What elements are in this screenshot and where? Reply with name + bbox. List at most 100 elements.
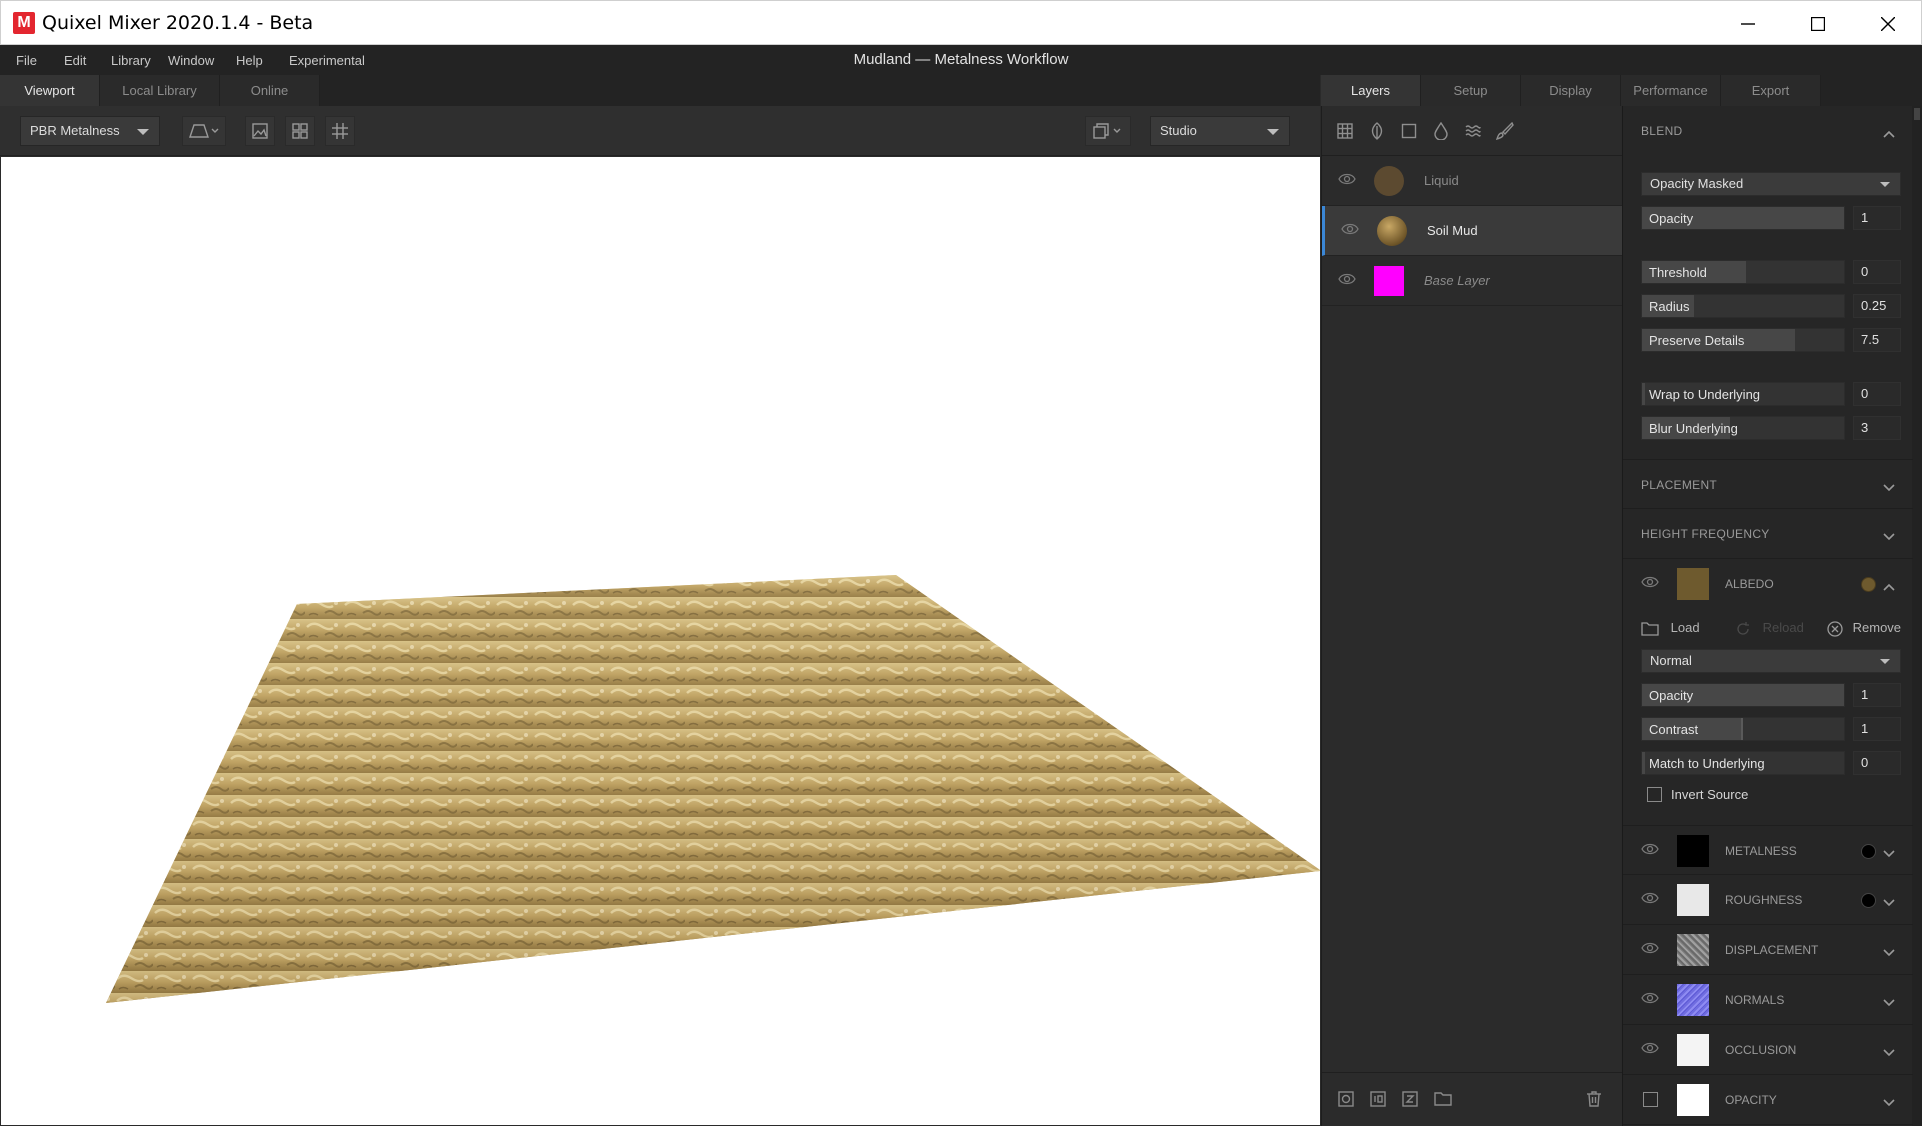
- quixel-logo: M: [13, 12, 35, 34]
- eye-icon[interactable]: [1641, 575, 1659, 592]
- tab-layers[interactable]: Layers: [1321, 75, 1421, 106]
- menu-edit[interactable]: Edit: [64, 53, 86, 68]
- roughness-color-dot[interactable]: [1861, 893, 1876, 908]
- match-to-underlying-input[interactable]: 0: [1853, 751, 1901, 775]
- menu-experimental[interactable]: Experimental: [289, 53, 365, 68]
- single-view-button[interactable]: [245, 116, 275, 146]
- occlusion-swatch[interactable]: [1677, 1034, 1709, 1066]
- tab-online[interactable]: Online: [220, 75, 320, 106]
- radius-input[interactable]: 0.25: [1853, 294, 1901, 318]
- displacement-swatch[interactable]: [1677, 934, 1709, 966]
- menu-file[interactable]: File: [16, 53, 37, 68]
- eye-icon[interactable]: [1641, 842, 1659, 859]
- add-decal-layer-button[interactable]: [1366, 120, 1388, 142]
- occlusion-channel-row[interactable]: OCCLUSION: [1623, 1025, 1913, 1075]
- placement-section-header[interactable]: PLACEMENT: [1623, 459, 1913, 509]
- properties-scrollbar[interactable]: [1912, 106, 1922, 1126]
- add-height-layer-button[interactable]: [1462, 120, 1484, 142]
- environment-dropdown[interactable]: Studio: [1150, 116, 1290, 146]
- radius-slider[interactable]: Radius: [1641, 294, 1845, 318]
- metalness-channel-row[interactable]: METALNESS: [1623, 825, 1913, 875]
- eye-icon[interactable]: [1641, 891, 1659, 908]
- close-button[interactable]: [1853, 1, 1922, 46]
- roughness-swatch[interactable]: [1677, 884, 1709, 916]
- eye-icon[interactable]: [1641, 1041, 1659, 1058]
- threshold-input[interactable]: 0: [1853, 260, 1901, 284]
- tab-setup[interactable]: Setup: [1421, 75, 1521, 106]
- layer-row[interactable]: Liquid: [1322, 156, 1622, 206]
- threshold-slider[interactable]: Threshold: [1641, 260, 1845, 284]
- blend-section-header[interactable]: BLEND: [1623, 106, 1913, 156]
- tab-display[interactable]: Display: [1521, 75, 1621, 106]
- add-group-button[interactable]: [1434, 1091, 1452, 1110]
- tab-export[interactable]: Export: [1721, 75, 1821, 106]
- minimize-button[interactable]: [1713, 1, 1783, 46]
- normals-swatch[interactable]: [1677, 984, 1709, 1016]
- add-mask-button[interactable]: [1338, 1091, 1354, 1110]
- roughness-channel-row[interactable]: ROUGHNESS: [1623, 875, 1913, 925]
- opacity-channel-checkbox[interactable]: [1643, 1092, 1658, 1107]
- normals-channel-row[interactable]: NORMALS: [1623, 975, 1913, 1025]
- add-surface-layer-button[interactable]: [1334, 120, 1356, 142]
- slider-label: Opacity: [1649, 211, 1694, 226]
- albedo-opacity-input[interactable]: 1: [1853, 683, 1901, 707]
- layer-row[interactable]: Base Layer: [1322, 256, 1622, 306]
- maximize-button[interactable]: [1783, 1, 1853, 46]
- wrap-to-underlying-input[interactable]: 0: [1853, 382, 1901, 406]
- layer-thumbnail: [1374, 266, 1404, 296]
- displacement-channel-row[interactable]: DISPLACEMENT: [1623, 925, 1913, 975]
- layer-thumbnail: [1374, 166, 1404, 196]
- contrast-input[interactable]: 1: [1853, 717, 1901, 741]
- albedo-color-dot[interactable]: [1861, 577, 1876, 592]
- blend-opacity-slider[interactable]: Opacity: [1641, 206, 1845, 230]
- shading-mode-dropdown[interactable]: PBR Metalness: [20, 116, 160, 146]
- albedo-swatch[interactable]: [1677, 568, 1709, 600]
- eye-icon[interactable]: [1641, 991, 1659, 1008]
- eye-icon[interactable]: [1338, 272, 1356, 289]
- add-id-mask-button[interactable]: [1370, 1091, 1386, 1110]
- menu-library[interactable]: Library: [111, 53, 151, 68]
- opacity-channel-row[interactable]: OPACITY: [1623, 1075, 1913, 1125]
- channel-label: OCCLUSION: [1725, 1043, 1797, 1057]
- add-smart-material-button[interactable]: [1402, 1091, 1418, 1110]
- contrast-slider[interactable]: Contrast: [1641, 717, 1845, 741]
- blur-underlying-input[interactable]: 3: [1853, 416, 1901, 440]
- mesh-select-button[interactable]: [1085, 116, 1131, 146]
- grid-toggle-button[interactable]: [325, 116, 355, 146]
- tab-viewport[interactable]: Viewport: [0, 75, 100, 106]
- match-to-underlying-slider[interactable]: Match to Underlying: [1641, 751, 1845, 775]
- opacity-swatch[interactable]: [1677, 1084, 1709, 1116]
- albedo-blend-mode-dropdown[interactable]: Normal: [1641, 649, 1901, 673]
- split-view-button[interactable]: [285, 116, 315, 146]
- metalness-swatch[interactable]: [1677, 835, 1709, 867]
- preserve-details-slider[interactable]: Preserve Details: [1641, 328, 1845, 352]
- menu-window[interactable]: Window: [168, 53, 214, 68]
- layer-row-selected[interactable]: Soil Mud: [1322, 206, 1622, 256]
- blur-underlying-slider[interactable]: Blur Underlying: [1641, 416, 1845, 440]
- blend-mode-dropdown[interactable]: Opacity Masked: [1641, 172, 1901, 196]
- eye-icon[interactable]: [1641, 941, 1659, 958]
- eye-icon[interactable]: [1341, 222, 1359, 239]
- metalness-color-dot[interactable]: [1861, 844, 1876, 859]
- height-frequency-section-header[interactable]: HEIGHT FREQUENCY: [1623, 509, 1913, 559]
- tab-local-library[interactable]: Local Library: [100, 75, 220, 106]
- blend-opacity-input[interactable]: 1: [1853, 206, 1901, 230]
- invert-source-label: Invert Source: [1671, 787, 1749, 802]
- add-paint-layer-button[interactable]: [1494, 120, 1516, 142]
- invert-source-checkbox[interactable]: [1647, 787, 1662, 802]
- channel-label: NORMALS: [1725, 993, 1785, 1007]
- load-button[interactable]: Load: [1641, 620, 1700, 636]
- add-solid-layer-button[interactable]: [1398, 120, 1420, 142]
- tab-performance[interactable]: Performance: [1621, 75, 1721, 106]
- preserve-details-input[interactable]: 7.5: [1853, 328, 1901, 352]
- add-fluid-layer-button[interactable]: [1430, 120, 1452, 142]
- remove-button[interactable]: Remove: [1827, 620, 1901, 637]
- menu-help[interactable]: Help: [236, 53, 263, 68]
- delete-layer-button[interactable]: [1587, 1091, 1601, 1110]
- wrap-to-underlying-slider[interactable]: Wrap to Underlying: [1641, 382, 1845, 406]
- albedo-channel-header[interactable]: ALBEDO: [1623, 559, 1913, 609]
- eye-icon[interactable]: [1338, 172, 1356, 189]
- 3d-viewport[interactable]: [1, 157, 1320, 1125]
- albedo-opacity-slider[interactable]: Opacity: [1641, 683, 1845, 707]
- camera-projection-button[interactable]: [182, 116, 226, 146]
